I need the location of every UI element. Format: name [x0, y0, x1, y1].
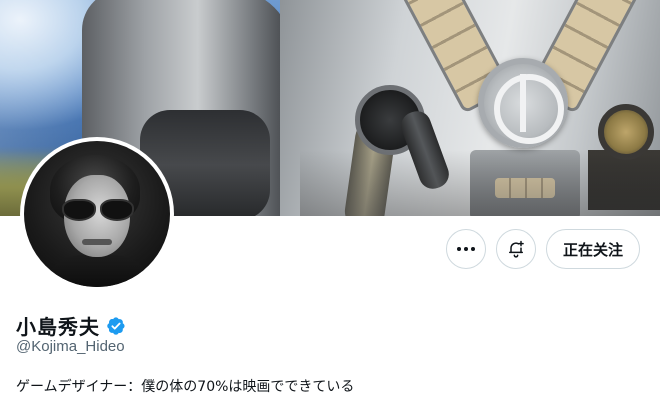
- display-name: 小島秀夫: [16, 315, 100, 339]
- following-button[interactable]: 正在关注: [545, 229, 640, 269]
- peace-buckle: [478, 58, 568, 148]
- name-row: 小島秀夫: [16, 311, 126, 340]
- user-handle: @Kojima_Hideo: [16, 338, 125, 355]
- sunglasses: [62, 199, 134, 221]
- avatar[interactable]: [20, 137, 174, 291]
- bell-plus-icon: [508, 240, 524, 258]
- verified-badge-icon[interactable]: [106, 316, 126, 336]
- profile-bio: ゲームデザイナー：僕の体の70%は映画でできている: [16, 379, 355, 395]
- profile-actions: 正在关注: [445, 229, 640, 269]
- more-button[interactable]: [445, 229, 486, 269]
- avatar-photo: [24, 141, 170, 287]
- more-horizontal-icon: [456, 247, 475, 251]
- notifications-button[interactable]: [495, 229, 536, 269]
